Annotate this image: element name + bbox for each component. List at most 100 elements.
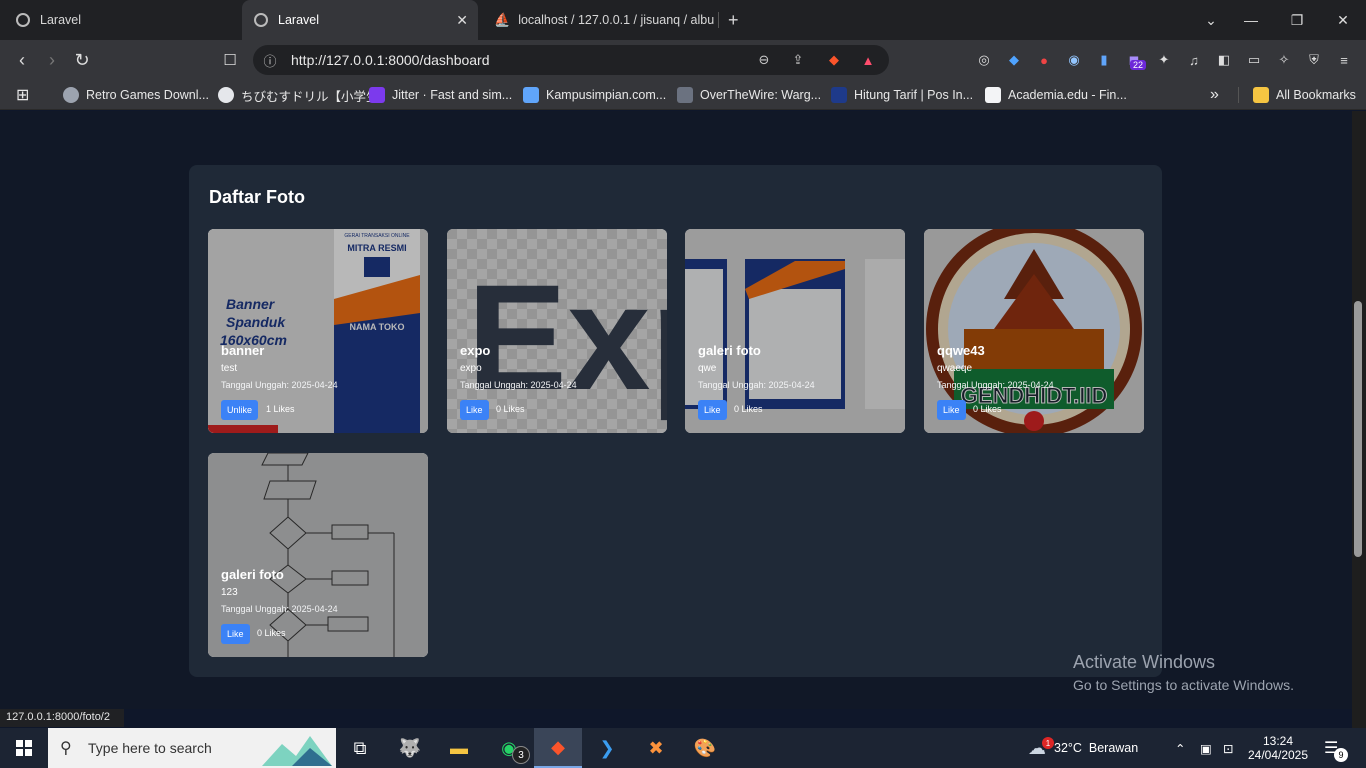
- vpn-icon[interactable]: ⛨: [1304, 50, 1324, 70]
- task-view-icon[interactable]: ⧉: [336, 728, 384, 768]
- photo-card[interactable]: galeri foto 123 Tanggal Unggah: 2025-04-…: [208, 453, 428, 657]
- globe-icon: [254, 13, 268, 27]
- bookmark-item[interactable]: Jitter · Fast and sim...: [369, 80, 512, 110]
- upload-date: Tanggal Unggah: 2025-04-24: [698, 380, 815, 390]
- notifications-icon[interactable]: ☰: [1324, 728, 1338, 768]
- search-highlight-image: [262, 736, 332, 766]
- like-button[interactable]: Like: [937, 400, 966, 420]
- pos-icon: [831, 87, 847, 103]
- scrollbar-thumb[interactable]: [1354, 301, 1362, 557]
- plus-icon: +: [728, 9, 739, 30]
- extension-icon[interactable]: ◉: [1064, 50, 1084, 70]
- bookmark-label: OverTheWire: Warg...: [700, 88, 822, 102]
- kampus-icon: [523, 87, 539, 103]
- wallet-icon[interactable]: ▭: [1244, 50, 1264, 70]
- forward-icon[interactable]: ›: [40, 48, 64, 72]
- brave-taskbar-icon[interactable]: ◆: [534, 728, 582, 768]
- extension-badge: 22: [1130, 60, 1147, 70]
- bookmark-label: Kampusimpian.com...: [546, 88, 667, 102]
- bookmark-item[interactable]: ちびむすドリル【小学生】: [218, 80, 391, 110]
- page-scrollbar[interactable]: [1352, 111, 1366, 728]
- like-button[interactable]: Like: [221, 624, 250, 644]
- reload-icon[interactable]: ↻: [70, 48, 94, 72]
- xampp-icon[interactable]: ✖: [632, 728, 680, 768]
- windows-start-icon[interactable]: [0, 728, 48, 768]
- share-icon[interactable]: ⇪: [789, 51, 807, 69]
- tray-chevron-icon[interactable]: ⌃: [1175, 728, 1185, 768]
- meet-now-icon[interactable]: ▣: [1200, 728, 1212, 768]
- tab-laravel-2[interactable]: Laravel ✕: [242, 0, 478, 40]
- extensions-puzzle-icon[interactable]: ✦: [1154, 50, 1174, 70]
- activate-title: Activate Windows: [1073, 652, 1216, 672]
- bookmark-separator: [1238, 87, 1239, 103]
- person-icon: [218, 87, 234, 103]
- restore-icon[interactable]: ❐: [1274, 0, 1320, 40]
- address-bar[interactable]: ⓘ http://127.0.0.1:8000/dashboard ⊖ ⇪ ◆ …: [253, 45, 889, 75]
- extension-icon[interactable]: ◆: [1004, 50, 1024, 70]
- photo-card[interactable]: GERAI TRANSAKSI ONLINE MITRA RESMI NAMA …: [208, 229, 428, 433]
- photo-description: qwaeqe: [937, 363, 973, 374]
- new-tab-button[interactable]: +: [728, 0, 748, 40]
- zoom-icon[interactable]: ⊖: [755, 51, 773, 69]
- activation-watermark: Activate Windows Go to Settings to activ…: [1073, 652, 1294, 693]
- close-tab-icon[interactable]: ✕: [456, 12, 468, 29]
- back-icon[interactable]: ‹: [10, 48, 34, 72]
- network-icon[interactable]: ⊡: [1223, 728, 1233, 768]
- tab-laravel-1[interactable]: Laravel: [8, 0, 238, 40]
- tab-phpmyadmin[interactable]: ⛵ localhost / 127.0.0.1 / jisuanq / albu: [486, 0, 716, 40]
- photo-card[interactable]: galeri foto qwe Tanggal Unggah: 2025-04-…: [685, 229, 905, 433]
- clock-date: 24/04/2025: [1247, 748, 1309, 762]
- brave-shields-icon[interactable]: ◆: [825, 51, 843, 69]
- taskbar-search[interactable]: ⚲ Type here to search: [48, 728, 336, 768]
- url-text[interactable]: http://127.0.0.1:8000/dashboard: [291, 52, 490, 68]
- bookmark-item[interactable]: Retro Games Downl...: [63, 80, 209, 110]
- bookmark-item[interactable]: Hitung Tarif | Pos In...: [831, 80, 973, 110]
- clock[interactable]: 13:24 24/04/2025: [1248, 728, 1308, 768]
- bookmark-item[interactable]: OverTheWire: Warg...: [677, 80, 821, 110]
- photo-description: expo: [460, 363, 482, 374]
- globe-icon: [16, 13, 30, 27]
- like-count: 1 Likes: [266, 404, 295, 414]
- photo-title: galeri foto: [698, 343, 761, 358]
- close-window-icon[interactable]: ✕: [1320, 0, 1366, 40]
- all-bookmarks[interactable]: All Bookmarks: [1253, 80, 1356, 110]
- upload-date: Tanggal Unggah: 2025-04-24: [221, 380, 338, 390]
- vscode-icon[interactable]: ❯: [583, 728, 631, 768]
- leo-ai-icon[interactable]: ✧: [1274, 50, 1294, 70]
- upload-date: Tanggal Unggah: 2025-04-24: [460, 380, 577, 390]
- bookmark-item[interactable]: Kampusimpian.com...: [523, 80, 666, 110]
- apps-grid-icon[interactable]: ⊞: [16, 80, 29, 110]
- app-icon[interactable]: 🐺: [386, 728, 434, 768]
- brave-rewards-icon[interactable]: ▲: [859, 51, 877, 69]
- site-info-icon[interactable]: ⓘ: [261, 51, 279, 69]
- paint-icon[interactable]: 🎨: [681, 728, 729, 768]
- like-button[interactable]: Like: [460, 400, 489, 420]
- photo-card[interactable]: GENDHIDT.IID qqwe43 qwaeqe Tanggal Ungga…: [924, 229, 1144, 433]
- menu-icon[interactable]: ≡: [1334, 50, 1354, 70]
- whatsapp-badge: 3: [512, 746, 530, 764]
- page-title: Daftar Foto: [209, 187, 305, 207]
- extension-icon[interactable]: ◎: [974, 50, 994, 70]
- like-count: 0 Likes: [496, 404, 525, 414]
- extension-icon[interactable]: ▮: [1094, 50, 1114, 70]
- unlike-button[interactable]: Unlike: [221, 400, 259, 420]
- more-bookmarks-icon[interactable]: »: [1210, 80, 1219, 110]
- bookmark-label: Retro Games Downl...: [86, 88, 209, 102]
- weather-text: 32°C Berawan: [1054, 741, 1139, 755]
- bookmark-icon[interactable]: ☐: [218, 48, 242, 72]
- sidebar-icon[interactable]: ◧: [1214, 50, 1234, 70]
- bookmark-item[interactable]: Academia.edu - Fin...: [985, 80, 1127, 110]
- page-content: Daftar Foto GERAI TRANSAKSI ONLINE MITRA…: [0, 111, 1352, 709]
- jitter-icon: [369, 87, 385, 103]
- minimize-icon[interactable]: —: [1228, 0, 1274, 40]
- like-button[interactable]: Like: [698, 400, 727, 420]
- photo-title: expo: [460, 343, 491, 358]
- extension-icon[interactable]: ●: [1034, 50, 1054, 70]
- like-count: 0 Likes: [257, 628, 286, 638]
- photo-card[interactable]: Exp expo expo Tanggal Unggah: 2025-04-24…: [447, 229, 667, 433]
- media-icon[interactable]: ♫: [1184, 50, 1204, 70]
- tab-title: Laravel: [40, 13, 81, 27]
- file-explorer-icon[interactable]: ▬: [435, 728, 483, 768]
- like-count: 0 Likes: [734, 404, 763, 414]
- bookmark-label: All Bookmarks: [1276, 88, 1356, 102]
